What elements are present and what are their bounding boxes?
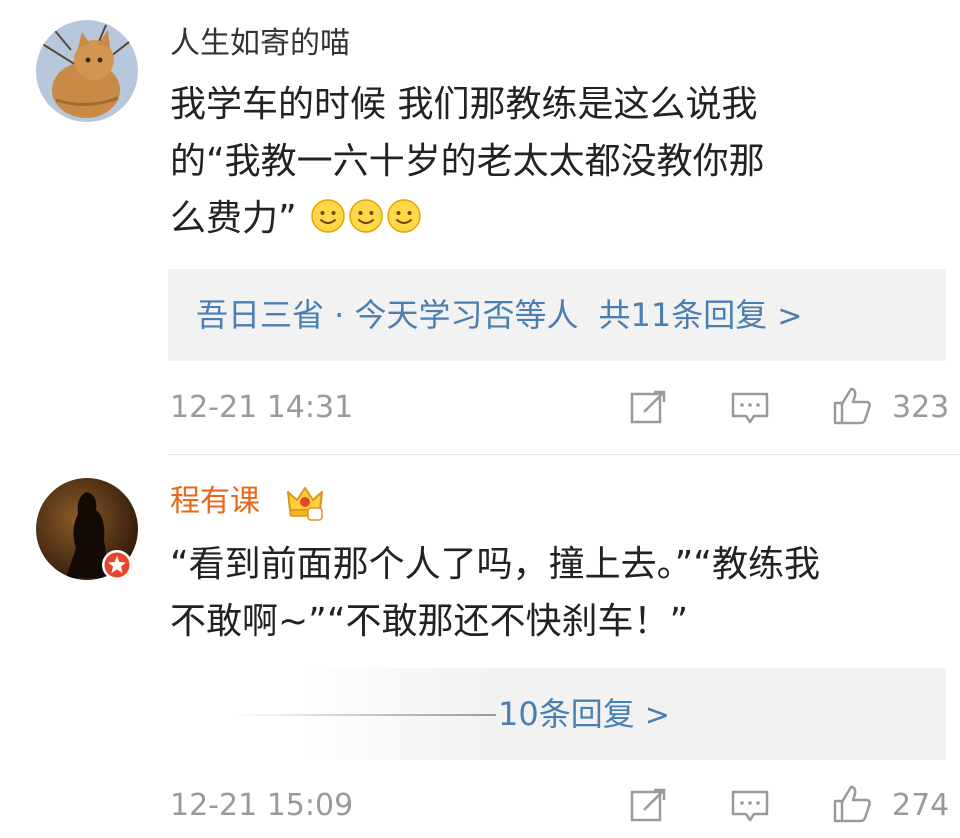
comment-line: 不敢啊~”“不敢那还不快刹车！” — [170, 601, 689, 642]
smile-emoji-icon — [311, 199, 345, 233]
like-icon[interactable] — [832, 784, 872, 824]
reply-count: 共11条回复 — [598, 296, 768, 334]
share-icon[interactable] — [628, 388, 668, 428]
comment-line: “看到前面那个人了吗，撞上去。”“教练我 — [170, 544, 820, 585]
reply-summary-text: 吾日三省 · 今天学习否等人 共11条回复 > — [196, 295, 802, 337]
comment-feed: 人生如寄的喵 我学车的时候 我们那教练是这么说我 的“我教一六十岁的老太太都没教… — [0, 0, 960, 838]
reply-users: 吾日三省 · 今天学习否等人 — [196, 296, 579, 334]
comment-text[interactable]: “看到前面那个人了吗，撞上去。”“教练我 不敢啊~”“不敢那还不快刹车！” — [170, 536, 820, 650]
like-count: 274 — [892, 788, 950, 823]
reply-summary[interactable]: 吾日三省 · 今天学习否等人 共11条回复 > — [168, 269, 946, 361]
chevron-right-icon: > — [777, 299, 803, 334]
vip-crown-icon[interactable] — [284, 480, 326, 522]
username[interactable]: 人生如寄的喵 — [170, 26, 350, 62]
share-icon[interactable] — [628, 786, 668, 826]
comment-time: 12-21 15:09 — [170, 788, 354, 823]
avatar-cat[interactable] — [36, 20, 138, 122]
reply-summary-text: 10条回复 > — [498, 694, 670, 736]
comment-line: 的“我教一六十岁的老太太都没教你那 — [170, 141, 765, 182]
smile-emoji-icon — [387, 199, 421, 233]
username[interactable]: 程有课 — [170, 484, 260, 520]
comment-icon[interactable] — [730, 388, 770, 428]
verified-badge-icon — [102, 550, 132, 580]
comment-line: 我学车的时候 我们那教练是这么说我 — [170, 84, 758, 125]
smile-emoji-icon — [349, 199, 383, 233]
comment-time: 12-21 14:31 — [170, 390, 354, 425]
like-count: 323 — [892, 390, 950, 425]
like-icon[interactable] — [832, 386, 872, 426]
comment-divider — [168, 454, 960, 455]
reply-connector-line — [228, 714, 496, 716]
comment-text[interactable]: 我学车的时候 我们那教练是这么说我 的“我教一六十岁的老太太都没教你那 么费力” — [170, 76, 765, 247]
comment-line-text: 么费力” — [170, 198, 297, 239]
comment-icon[interactable] — [730, 786, 770, 826]
comment-line-last: 么费力” — [170, 190, 765, 247]
reply-count: 10条回复 — [498, 695, 635, 733]
reply-summary[interactable]: 10条回复 > — [168, 668, 946, 760]
chevron-right-icon: > — [644, 698, 670, 733]
